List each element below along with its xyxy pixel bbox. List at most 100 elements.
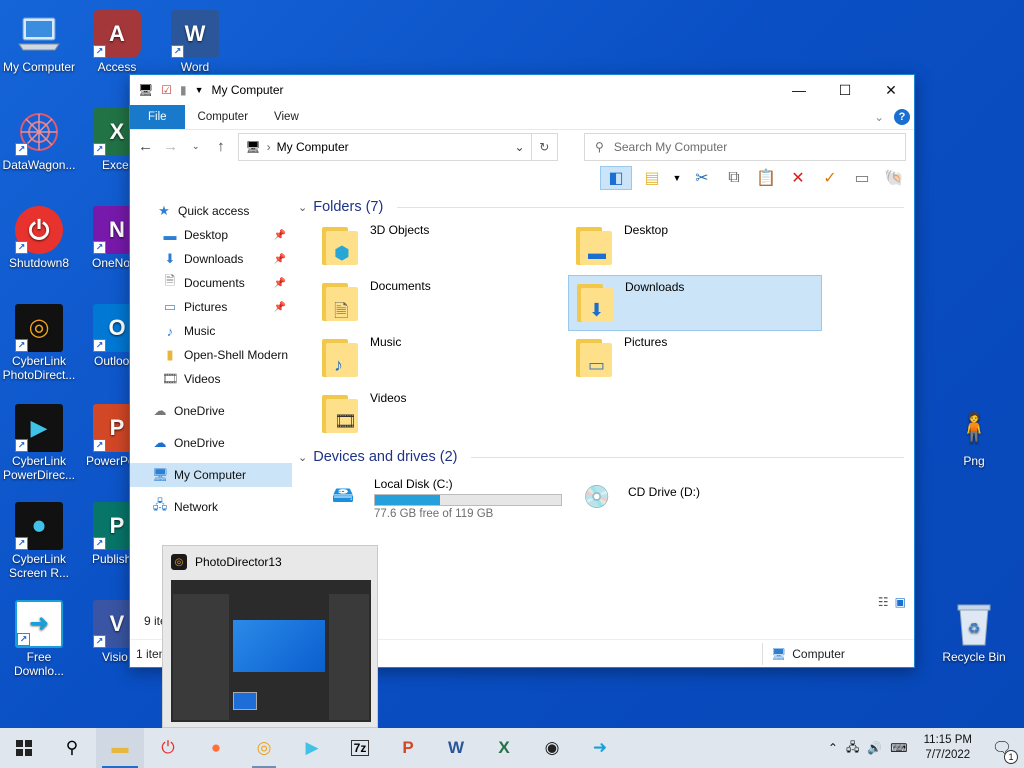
copy-icon[interactable]: ⧉ <box>722 166 746 190</box>
taskbar-7zip[interactable]: 7z <box>336 728 384 768</box>
title-bar[interactable]: 🖥 ☑ ▮ ▼ My Computer — ☐ ✕ <box>130 75 914 105</box>
nav-pictures[interactable]: ▭ Pictures 📌 <box>130 295 292 319</box>
chevron-down-icon[interactable]: ⌄ <box>515 140 525 154</box>
nav-onedrive[interactable]: ☁ OneDrive <box>130 431 292 455</box>
shortcut-arrow-icon: ↗ <box>93 45 106 58</box>
nav-downloads[interactable]: ⬇ Downloads 📌 <box>130 247 292 271</box>
thumbnail-screen[interactable] <box>171 580 371 722</box>
obs-icon: ◉ <box>544 738 560 757</box>
maximize-button[interactable]: ☐ <box>822 75 868 105</box>
taskbar-word[interactable]: W <box>432 728 480 768</box>
expand-ribbon-icon[interactable]: ⌄ <box>874 110 884 124</box>
breadcrumb-separator-icon[interactable]: › <box>267 140 271 154</box>
desktop-icon-photodirector[interactable]: ◎ ↗ CyberLink PhotoDirect... <box>0 304 78 382</box>
rename-icon[interactable]: ▭ <box>850 166 874 190</box>
paste-icon[interactable]: 📋 <box>754 166 778 190</box>
preview-pane-icon[interactable]: ◧ <box>600 166 632 190</box>
desktop-icon-recycle-bin[interactable]: ♻ Recycle Bin <box>935 600 1013 664</box>
start-button[interactable] <box>0 728 48 768</box>
drive-cd-d[interactable]: 💿 CD Drive (D:) <box>568 473 822 524</box>
drive-local-disk-c[interactable]: 🖴 Local Disk (C:) 77.6 GB free of 119 GB <box>314 473 568 524</box>
nav-onedrive-personal[interactable]: ☁ OneDrive <box>130 399 292 423</box>
taskbar-shutdown8[interactable]: ⏻ <box>144 728 192 768</box>
chevron-down-icon[interactable]: ▼ <box>672 166 682 190</box>
close-button[interactable]: ✕ <box>868 75 914 105</box>
taskbar-thumbnail-preview[interactable]: ◎ PhotoDirector13 <box>162 545 378 728</box>
nav-desktop[interactable]: ▬ Desktop 📌 <box>130 223 292 247</box>
keyboard-icon[interactable]: ⌨ <box>890 741 907 755</box>
delete-icon[interactable]: ✕ <box>786 166 810 190</box>
power-icon: ⏻ <box>161 738 175 757</box>
folder-3d-objects[interactable]: ⬢ 3D Objects <box>314 219 568 275</box>
nav-music[interactable]: ♪ Music <box>130 319 292 343</box>
desktop-icon-datawagon[interactable]: ↗ DataWagon... <box>0 108 78 172</box>
desktop-icon-shutdown8[interactable]: ⏻ ↗ Shutdown8 <box>0 206 78 270</box>
address-text[interactable]: My Computer <box>277 140 349 154</box>
taskbar-obs[interactable]: ◉ <box>528 728 576 768</box>
folder-videos[interactable]: 🎞 Videos <box>314 387 568 443</box>
drives-grid: 🖴 Local Disk (C:) 77.6 GB free of 119 GB… <box>298 473 914 524</box>
nav-my-computer[interactable]: 🖥 My Computer <box>130 463 292 487</box>
properties-icon[interactable]: ☑ <box>161 83 172 97</box>
desktop-icon-screen-recorder[interactable]: ⏺ ↗ CyberLink Screen R... <box>0 502 78 580</box>
shortcut-arrow-icon: ↗ <box>93 537 106 550</box>
taskbar-file-explorer[interactable]: ▬ <box>96 728 144 768</box>
folder-pictures[interactable]: ▭ Pictures <box>568 331 822 387</box>
taskbar-download-manager[interactable]: ➜ <box>576 728 624 768</box>
forward-arrow-icon[interactable]: → <box>163 138 178 155</box>
folder-desktop[interactable]: ▬ Desktop <box>568 219 822 275</box>
new-folder-icon[interactable]: ▤ <box>640 166 664 190</box>
desktop-icon-powerdirector[interactable]: ▶ ↗ CyberLink PowerDirec... <box>0 404 78 482</box>
notification-center-button[interactable]: 🗨 1 <box>988 738 1018 764</box>
network-icon[interactable]: 🖧 <box>846 738 859 759</box>
nav-quick-access[interactable]: ★ Quick access <box>130 199 292 223</box>
folder-documents-icon: 🗎 <box>320 279 360 323</box>
folder-downloads[interactable]: ⬇ Downloads <box>568 275 822 331</box>
devices-group-header[interactable]: ⌄ Devices and drives (2) <box>298 445 914 469</box>
refresh-button[interactable]: ↻ <box>531 132 559 161</box>
address-bar[interactable]: 🖥 › My Computer ⌄ <box>238 132 532 161</box>
shell-icon[interactable]: 🐚 <box>882 166 906 190</box>
back-arrow-icon[interactable]: ← <box>138 138 153 155</box>
tiles-view-icon[interactable]: ▣ <box>895 595 906 609</box>
desktop-icon-access[interactable]: A ↗ Access <box>78 10 156 74</box>
clock[interactable]: 11:15 PM 7/7/2022 <box>916 733 980 763</box>
tab-file[interactable]: File <box>130 105 185 129</box>
chevron-down-icon[interactable]: ▼ <box>195 85 204 95</box>
check-icon[interactable]: ✓ <box>818 166 842 190</box>
folder-downloads-icon: ⬇ <box>575 280 615 324</box>
details-view-icon[interactable]: ☷ <box>878 595 889 609</box>
recent-locations-icon[interactable]: ⌄ <box>188 141 203 152</box>
tab-view[interactable]: View <box>261 105 312 129</box>
taskbar-powerdirector[interactable]: ▶ <box>288 728 336 768</box>
cut-icon[interactable]: ✂ <box>690 166 714 190</box>
collapse-caret-icon[interactable]: ⌄ <box>298 451 307 464</box>
screenrecorder-icon: ⏺ ↗ <box>15 502 63 550</box>
up-arrow-icon[interactable]: ↑ <box>213 138 228 155</box>
taskbar-photodirector[interactable]: ◎ <box>240 728 288 768</box>
help-icon[interactable]: ? <box>894 109 910 125</box>
minimize-button[interactable]: — <box>776 75 822 105</box>
volume-icon[interactable]: 🔊 <box>867 741 882 755</box>
nav-network[interactable]: 🖧 Network <box>130 495 292 519</box>
collapse-caret-icon[interactable]: ⌄ <box>298 201 307 214</box>
desktop-icon-word[interactable]: W ↗ Word <box>156 10 234 74</box>
folder-music[interactable]: ♪ Music <box>314 331 568 387</box>
desktop-icon-png[interactable]: 🧍 Png <box>935 404 1013 469</box>
desktop-icon-free-download-manager[interactable]: ➜ ↗ Free Downlo... <box>0 600 78 678</box>
taskbar-excel[interactable]: X <box>480 728 528 768</box>
access-icon: A ↗ <box>93 10 141 58</box>
chevron-up-icon[interactable]: ⌃ <box>828 741 838 755</box>
search-input[interactable]: ⚲ Search My Computer <box>584 132 906 161</box>
folder-documents[interactable]: 🗎 Documents <box>314 275 568 331</box>
desktop-icon-my-computer[interactable]: My Computer <box>0 10 78 74</box>
nav-videos[interactable]: 🎞 Videos <box>130 367 292 391</box>
new-folder-icon[interactable]: ▮ <box>180 83 187 97</box>
folders-group-header[interactable]: ⌄ Folders (7) <box>298 195 914 219</box>
tab-computer[interactable]: Computer <box>185 105 262 129</box>
nav-documents[interactable]: 🗎 Documents 📌 <box>130 271 292 295</box>
nav-open-shell[interactable]: ▮ Open-Shell Modern <box>130 343 292 367</box>
search-button[interactable]: ⚲ <box>48 728 96 768</box>
taskbar-firefox[interactable]: ● <box>192 728 240 768</box>
taskbar-powerpoint[interactable]: P <box>384 728 432 768</box>
